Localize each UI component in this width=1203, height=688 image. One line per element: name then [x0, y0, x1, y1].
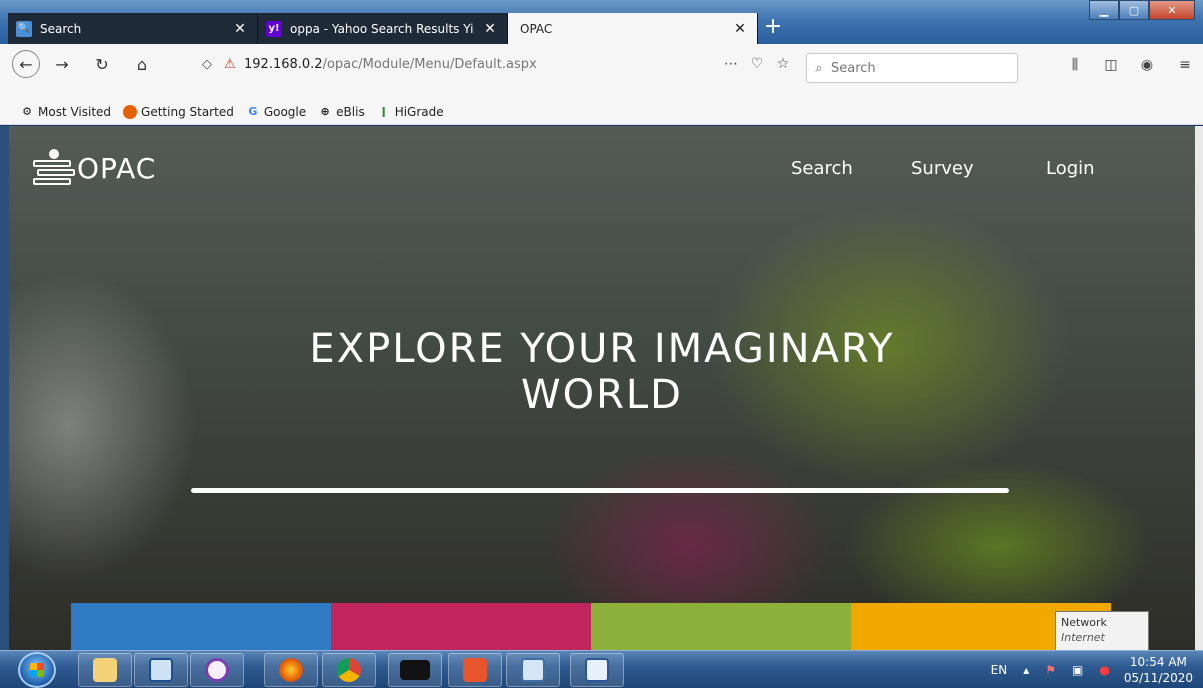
bookmark-google[interactable]: G Google: [246, 105, 306, 119]
tab-strip: 🔍 Search ✕ y! oppa - Yahoo Search Result…: [0, 0, 1203, 44]
shield-icon[interactable]: ◇: [202, 57, 224, 72]
language-indicator[interactable]: EN: [991, 663, 1008, 677]
google-icon: G: [248, 105, 258, 118]
color-band-magenta: [331, 603, 591, 650]
tab-yahoo[interactable]: y! oppa - Yahoo Search Results Yi ✕: [258, 13, 508, 44]
search-icon: ⌕: [815, 60, 823, 76]
books-icon: [31, 148, 75, 188]
color-band-green: [591, 603, 851, 650]
minimize-icon[interactable]: ▁: [1089, 0, 1119, 20]
left-window-edge: [0, 126, 9, 650]
color-bands: [71, 603, 1111, 650]
nav-login-link[interactable]: Login: [1046, 158, 1095, 179]
taskbar-app-7[interactable]: [448, 653, 502, 687]
taskbar-explorer[interactable]: [78, 653, 132, 687]
new-tab-button[interactable]: +: [760, 16, 786, 42]
windows-taskbar: EN ▴ ⚑ ▣ ● 10:54 AM 05/11/2020: [0, 650, 1203, 688]
nav-survey-link[interactable]: Survey: [911, 158, 974, 179]
taskbar-firefox[interactable]: [264, 653, 318, 687]
clock-time: 10:54 AM: [1129, 655, 1187, 669]
tab-title: oppa - Yahoo Search Results Yi: [290, 21, 474, 36]
page-scrollbar[interactable]: [1195, 126, 1203, 650]
office-app-icon: [463, 658, 487, 682]
bookmark-higrade[interactable]: ǀ HiGrade: [377, 105, 444, 119]
window-app-icon: [149, 658, 173, 682]
browser-search-box[interactable]: ⌕: [806, 53, 1018, 83]
firefox-icon: [123, 104, 138, 119]
tab-title: Search: [40, 21, 82, 36]
insecure-lock-icon[interactable]: ⚠: [224, 57, 244, 72]
account-icon[interactable]: ◉: [1134, 52, 1160, 78]
windows-logo-icon: [30, 663, 44, 677]
network-tooltip: Network Internet access: [1055, 611, 1149, 659]
navigation-toolbar: ← → ↻ ⌂ ◇ ⚠ 192.168.0.2/opac/Module/Menu…: [0, 44, 1203, 99]
terminal-icon: [400, 660, 430, 680]
taskbar-app-8[interactable]: [506, 653, 560, 687]
close-tab-icon[interactable]: ✕: [231, 21, 249, 37]
forward-arrow-icon[interactable]: →: [48, 50, 76, 78]
pocket-icon[interactable]: ♡: [744, 56, 770, 72]
window-controls: ▁ ▢ ✕: [1089, 0, 1195, 20]
url-text[interactable]: 192.168.0.2/opac/Module/Menu/Default.asp…: [244, 57, 718, 72]
gear-icon: ⚙: [22, 105, 32, 118]
logo-text: OPAC: [77, 151, 157, 185]
sidebar-icon[interactable]: ◫: [1098, 52, 1124, 78]
back-arrow-icon[interactable]: ←: [12, 50, 40, 78]
system-tray: EN ▴ ⚑ ▣ ● 10:54 AM 05/11/2020: [983, 651, 1203, 688]
opac-home-page: OPAC Search Survey Login EXPLORE YOUR IM…: [9, 126, 1195, 650]
close-tab-icon[interactable]: ✕: [481, 21, 499, 37]
action-center-flag-icon[interactable]: ⚑: [1045, 663, 1056, 677]
tab-search[interactable]: 🔍 Search ✕: [8, 13, 258, 44]
taskbar-app-2[interactable]: [134, 653, 188, 687]
chrome-icon: [337, 658, 361, 682]
hero-line-1: EXPLORE YOUR IMAGINARY: [309, 326, 895, 372]
bookmark-getting-started[interactable]: Getting Started: [123, 104, 234, 119]
tab-title: OPAC: [520, 21, 553, 36]
taskbar-word[interactable]: [570, 653, 624, 687]
browser-search-input[interactable]: [831, 60, 1001, 76]
opac-logo[interactable]: OPAC: [31, 148, 156, 188]
bookmark-most-visited[interactable]: ⚙ Most Visited: [20, 105, 111, 119]
hero-divider: [191, 488, 1009, 493]
higrade-icon: ǀ: [381, 105, 386, 118]
reader-app-icon: [521, 658, 545, 682]
clock[interactable]: 10:54 AM 05/11/2020: [1124, 654, 1193, 686]
close-tab-icon[interactable]: ✕: [731, 21, 749, 37]
tab-opac[interactable]: OPAC ✕: [508, 13, 758, 44]
reload-icon[interactable]: ↻: [88, 50, 116, 78]
folder-icon: [93, 658, 117, 682]
network-icon[interactable]: ▣: [1072, 663, 1083, 677]
page-actions-icon[interactable]: ⋯: [718, 56, 744, 72]
menu-icon[interactable]: ≡: [1172, 52, 1198, 78]
close-window-icon[interactable]: ✕: [1149, 0, 1195, 20]
taskbar-terminal[interactable]: [388, 653, 442, 687]
taskbar-app-3[interactable]: [190, 653, 244, 687]
taskbar-chrome[interactable]: [322, 653, 376, 687]
hero-line-2: WORLD: [521, 372, 683, 418]
maximize-icon[interactable]: ▢: [1119, 0, 1149, 20]
word-icon: [585, 658, 609, 682]
show-hidden-icons-icon[interactable]: ▴: [1023, 663, 1029, 677]
ebook-app-icon: [205, 658, 229, 682]
home-icon[interactable]: ⌂: [128, 50, 156, 78]
hero-heading: EXPLORE YOUR IMAGINARY WORLD: [9, 326, 1195, 418]
color-band-blue: [71, 603, 331, 650]
start-button[interactable]: [18, 652, 56, 688]
globe-icon: ⊕: [320, 105, 330, 118]
nav-search-link[interactable]: Search: [791, 158, 853, 179]
clock-date: 05/11/2020: [1123, 671, 1193, 685]
bookmarks-toolbar: ⚙ Most Visited Getting Started G Google …: [0, 99, 1203, 125]
bookmark-star-icon[interactable]: ☆: [770, 56, 796, 72]
bookmark-eblis[interactable]: ⊕ eBlis: [318, 105, 365, 119]
address-bar[interactable]: ◇ ⚠ 192.168.0.2/opac/Module/Menu/Default…: [196, 49, 796, 79]
library-icon[interactable]: ⫼: [1062, 52, 1088, 78]
antivirus-icon[interactable]: ●: [1099, 663, 1109, 677]
search-tab-icon: 🔍: [16, 20, 32, 37]
firefox-icon: [279, 658, 303, 682]
yahoo-icon: y!: [266, 20, 282, 37]
